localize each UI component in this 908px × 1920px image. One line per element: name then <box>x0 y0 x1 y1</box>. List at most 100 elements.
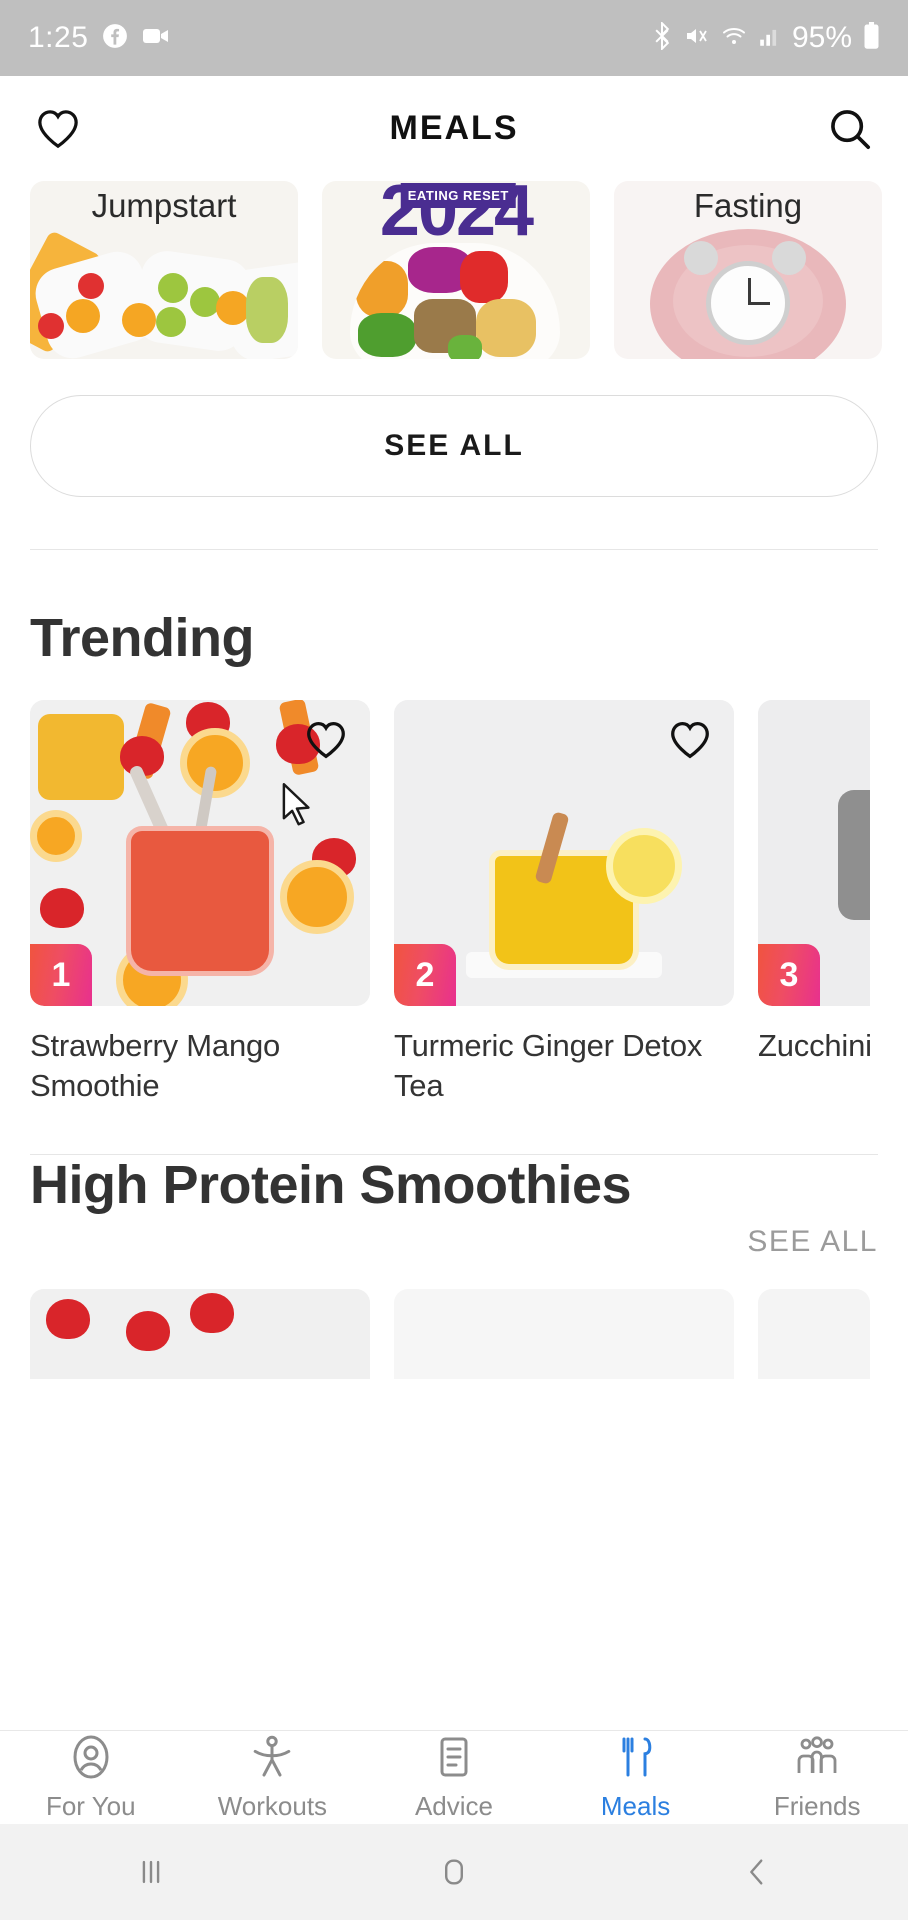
trending-card-title: Zucchini Lasagna <box>758 1028 870 1064</box>
decor-food <box>40 888 84 929</box>
decor-food <box>156 307 186 337</box>
program-card-eating-reset[interactable]: 2024 EATING RESET <box>322 181 590 359</box>
recipe-photo <box>30 1288 370 1379</box>
rank-badge: 2 <box>394 944 456 1007</box>
scroll-content[interactable]: Jumpstart 2024 EATING RESET Fasting SEE … <box>0 181 908 1730</box>
decor-clock-face <box>706 261 790 345</box>
decor-food <box>66 299 100 333</box>
status-bar-left: 1:25 <box>28 21 170 55</box>
trending-card[interactable]: 1 Strawberry Mango Smoothie <box>30 700 370 1105</box>
bluetooth-icon <box>652 20 672 55</box>
decor-food <box>30 810 82 863</box>
runner-icon <box>248 1733 296 1786</box>
decor-food <box>78 273 104 299</box>
nav-label: Meals <box>600 1791 671 1821</box>
high-protein-carousel[interactable] <box>30 1288 878 1379</box>
cutlery-icon <box>612 1733 660 1786</box>
decor-food <box>356 261 408 317</box>
program-card-carousel[interactable]: Jumpstart 2024 EATING RESET Fasting <box>0 181 908 359</box>
decor-clock-hand <box>748 278 751 304</box>
decor-food <box>476 299 536 357</box>
decor-food <box>46 1298 90 1339</box>
decor-food <box>838 790 870 921</box>
high-protein-section: High Protein Smoothies SEE ALL <box>0 1155 908 1379</box>
back-icon[interactable] <box>605 1855 908 1889</box>
cell-signal-icon <box>759 25 781 52</box>
high-protein-see-all[interactable]: SEE ALL <box>747 1225 878 1259</box>
decor-jar <box>126 826 274 977</box>
decor-food <box>190 1292 234 1333</box>
program-card-badge: EATING RESET <box>400 183 516 208</box>
nav-item-friends[interactable]: Friends <box>726 1733 908 1822</box>
video-camera-icon <box>142 26 170 51</box>
trending-thumbnail[interactable]: 3 <box>758 700 870 1007</box>
program-card-fasting[interactable]: Fasting <box>614 181 882 359</box>
decor-food <box>460 251 508 303</box>
profile-icon <box>67 1733 115 1786</box>
mouse-cursor <box>282 782 316 833</box>
high-protein-card[interactable] <box>30 1288 370 1379</box>
page-title: MEALS <box>389 109 519 147</box>
decor-food <box>38 714 124 801</box>
programs-see-all-wrap: SEE ALL <box>0 359 908 497</box>
trending-thumbnail[interactable]: 1 <box>30 700 370 1007</box>
section-divider <box>30 549 878 550</box>
trending-thumbnail[interactable]: 2 <box>394 700 734 1007</box>
home-icon[interactable] <box>303 1855 606 1889</box>
document-icon <box>430 1733 478 1786</box>
bottom-navigation: For You Workouts Advice Meals Friends <box>0 1730 908 1824</box>
wifi-icon <box>720 24 748 53</box>
decor-food <box>38 313 64 339</box>
trending-section: Trending 1 Strawberry Mango Smoothie 2 T… <box>0 608 908 1106</box>
trending-title: Trending <box>30 608 255 668</box>
rank-badge: 3 <box>758 944 820 1007</box>
people-icon <box>793 1733 841 1786</box>
status-bar: 1:25 95% <box>0 0 908 76</box>
android-navigation-bar <box>0 1824 908 1920</box>
nav-label: For You <box>45 1791 136 1821</box>
program-card-jumpstart[interactable]: Jumpstart <box>30 181 298 359</box>
decor-food <box>280 860 354 935</box>
battery-icon <box>863 21 880 55</box>
trending-card[interactable]: 3 Zucchini Lasagna <box>758 700 870 1105</box>
nav-item-for-you[interactable]: For You <box>0 1733 182 1822</box>
nav-label: Friends <box>773 1791 861 1821</box>
favorite-heart-icon[interactable] <box>668 720 712 765</box>
decor-food <box>122 303 156 337</box>
program-card-label: Jumpstart <box>91 187 237 224</box>
favorite-heart-icon[interactable] <box>304 720 348 765</box>
high-protein-header: High Protein Smoothies SEE ALL <box>30 1155 878 1259</box>
status-time: 1:25 <box>28 21 89 54</box>
trending-card-title: Turmeric Ginger Detox Tea <box>394 1028 703 1104</box>
decor-clock-hand <box>748 302 770 305</box>
programs-see-all-button[interactable]: SEE ALL <box>30 395 878 497</box>
nav-label: Advice <box>414 1791 493 1821</box>
status-bar-right: 95% <box>652 20 880 55</box>
trending-card[interactable]: 2 Turmeric Ginger Detox Tea <box>394 700 734 1105</box>
decor-food <box>448 335 482 359</box>
mute-icon <box>683 24 709 53</box>
decor-food <box>246 277 288 343</box>
phone-screen: 1:25 95% MEALS Jumpstart 2024 EATING RES… <box>0 0 908 1920</box>
decor-food <box>358 313 416 357</box>
trending-card-title: Strawberry Mango Smoothie <box>30 1028 281 1104</box>
decor-food <box>126 1310 170 1351</box>
decor-bowl <box>350 243 560 359</box>
high-protein-card[interactable] <box>758 1288 870 1379</box>
decor-food <box>190 287 220 317</box>
recents-icon[interactable] <box>0 1855 303 1889</box>
decor-clock-bell <box>772 241 806 275</box>
decor-food <box>216 291 250 325</box>
trending-carousel[interactable]: 1 Strawberry Mango Smoothie 2 Turmeric G… <box>30 700 878 1105</box>
app-bar: MEALS <box>0 76 908 181</box>
nav-item-advice[interactable]: Advice <box>363 1733 545 1822</box>
decor-clock-bell <box>684 241 718 275</box>
high-protein-title: High Protein Smoothies <box>30 1154 632 1215</box>
decor-food <box>606 828 682 905</box>
program-card-label: Fasting <box>693 187 803 224</box>
favorites-heart-icon[interactable] <box>30 101 86 157</box>
nav-item-meals[interactable]: Meals <box>545 1733 727 1822</box>
high-protein-card[interactable] <box>394 1288 734 1379</box>
search-icon[interactable] <box>822 101 878 157</box>
nav-item-workouts[interactable]: Workouts <box>182 1733 364 1822</box>
